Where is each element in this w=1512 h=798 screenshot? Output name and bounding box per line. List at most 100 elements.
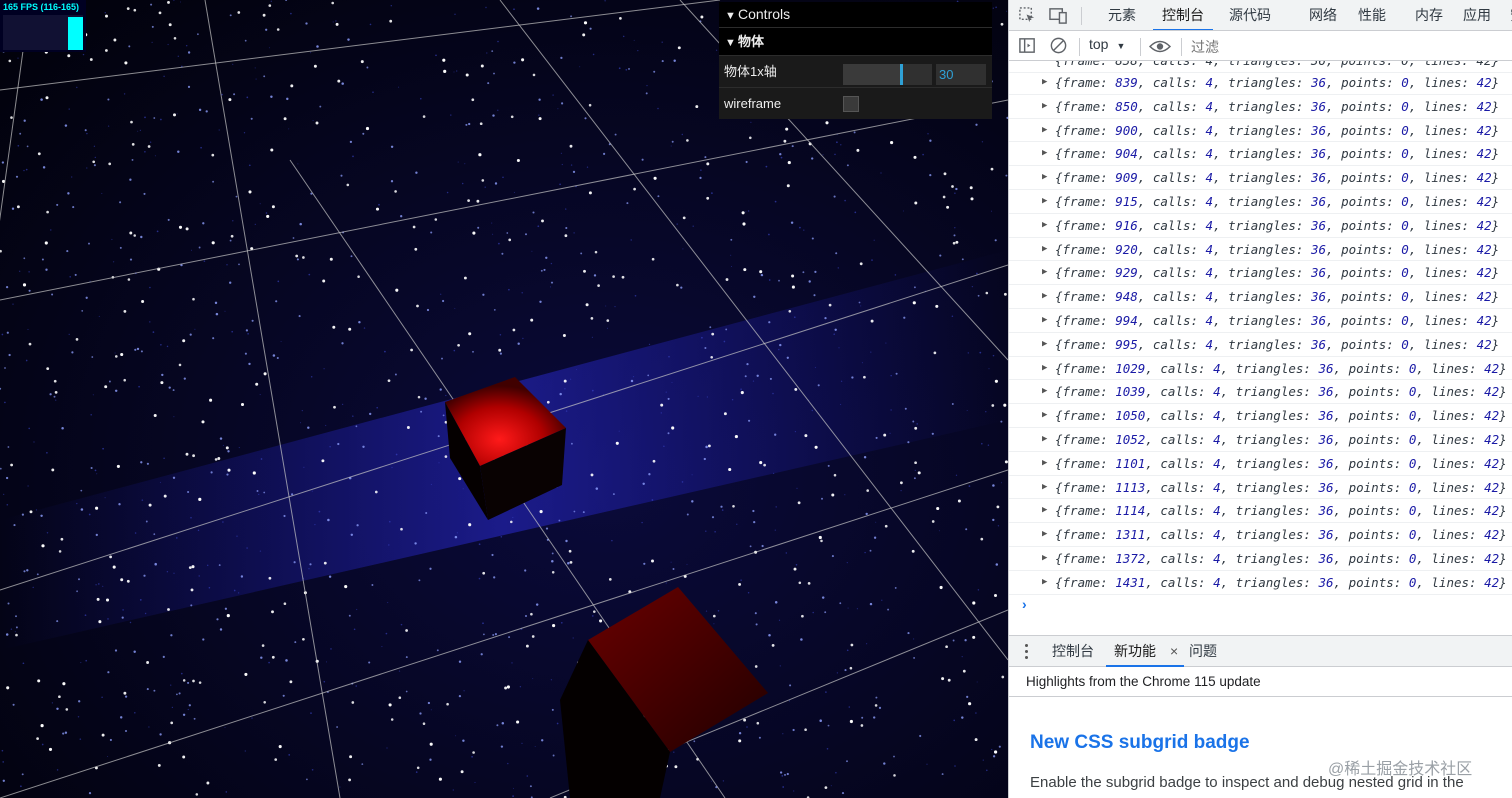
device-toggle-icon[interactable] bbox=[1049, 6, 1068, 25]
log-object-preview: {frame: 1311, calls: 4, triangles: 36, p… bbox=[1055, 527, 1507, 543]
expand-arrow-icon[interactable]: ▶ bbox=[1042, 71, 1047, 94]
inspect-element-icon[interactable] bbox=[1018, 6, 1037, 25]
more-options-icon[interactable] bbox=[1025, 644, 1029, 662]
expand-arrow-icon[interactable]: ▶ bbox=[1042, 142, 1047, 165]
console-log-row[interactable]: ▶ {frame: 929, calls: 4, triangles: 36, p… bbox=[1009, 261, 1512, 286]
expand-arrow-icon[interactable]: ▶ bbox=[1042, 452, 1047, 475]
slider-label: 物体1x轴 bbox=[724, 64, 777, 79]
gui-folder[interactable]: ▼ 物体 bbox=[719, 27, 992, 55]
slider-value-input[interactable]: 30 bbox=[936, 64, 986, 85]
gui-title[interactable]: ▼ Controls bbox=[719, 2, 992, 27]
sidebar-toggle-icon[interactable] bbox=[1018, 36, 1037, 55]
expand-arrow-icon[interactable]: ▶ bbox=[1042, 404, 1047, 427]
toolbar-divider bbox=[1081, 7, 1082, 25]
expand-arrow-icon[interactable]: ▶ bbox=[1042, 357, 1047, 380]
toolbar-divider bbox=[1140, 38, 1141, 56]
checkbox-label: wireframe bbox=[724, 96, 782, 111]
expand-arrow-icon[interactable]: ▶ bbox=[1042, 547, 1047, 570]
close-tab-icon[interactable]: × bbox=[1170, 636, 1178, 667]
expand-arrow-icon[interactable]: ▶ bbox=[1042, 238, 1047, 261]
log-object-preview: {frame: 839, calls: 4, triangles: 36, po… bbox=[1055, 75, 1500, 90]
drawer-tab[interactable]: 控制台 bbox=[1044, 636, 1102, 667]
toolbar-divider bbox=[1181, 38, 1182, 56]
console-log-row[interactable]: ▶ {frame: 1113, calls: 4, triangles: 36, … bbox=[1009, 476, 1512, 500]
expand-arrow-icon[interactable]: ▶ bbox=[1042, 571, 1047, 594]
console-log-row[interactable]: ▶ {frame: 1372, calls: 4, triangles: 36, … bbox=[1009, 547, 1512, 571]
log-object-preview: {frame: 904, calls: 4, triangles: 36, po… bbox=[1055, 146, 1500, 162]
devtools-tab[interactable]: 网络 bbox=[1300, 0, 1346, 30]
console-log-row[interactable]: ▶ {frame: 1311, calls: 4, triangles: 36, … bbox=[1009, 523, 1512, 547]
devtools-tab[interactable]: 性能 bbox=[1349, 0, 1395, 30]
expand-arrow-icon[interactable]: ▶ bbox=[1042, 309, 1047, 332]
console-log-row[interactable]: ▶ {frame: 994, calls: 4, triangles: 36, p… bbox=[1009, 309, 1512, 333]
devtools-tab[interactable]: 内存 bbox=[1406, 0, 1452, 30]
log-object-preview: {frame: 920, calls: 4, triangles: 36, po… bbox=[1055, 241, 1500, 257]
console-prompt[interactable]: › bbox=[1022, 596, 1027, 612]
dat-gui-panel[interactable]: ▼ Controls ▼ 物体 物体1x轴 30 wireframe bbox=[719, 2, 992, 119]
devtools-tab[interactable]: 应用 bbox=[1454, 0, 1500, 30]
expand-arrow-icon[interactable]: ▶ bbox=[1042, 499, 1047, 522]
expand-arrow-icon[interactable]: ▶ bbox=[1042, 119, 1047, 142]
expand-arrow-icon[interactable]: ▶ bbox=[1042, 428, 1047, 451]
context-selector[interactable]: top ▼ bbox=[1089, 36, 1125, 52]
log-object-preview: {frame: 900, calls: 4, triangles: 36, po… bbox=[1055, 122, 1500, 138]
console-log-row[interactable]: ▶ {frame: 904, calls: 4, triangles: 36, p… bbox=[1009, 142, 1512, 167]
log-object-preview: {frame: 916, calls: 4, triangles: 36, po… bbox=[1055, 217, 1500, 233]
console-log-row[interactable]: ▶ {frame: 1101, calls: 4, triangles: 36, … bbox=[1009, 452, 1512, 476]
console-log-row[interactable]: ▶ {frame: 839, calls: 4, triangles: 36, p… bbox=[1009, 71, 1512, 95]
fps-stats-panel[interactable]: 165 FPS (116-165) bbox=[0, 0, 86, 52]
devtools-tab[interactable]: 源代码 bbox=[1220, 0, 1280, 30]
devtools-tab[interactable]: 控制台 bbox=[1153, 0, 1213, 30]
clear-console-icon[interactable] bbox=[1049, 36, 1068, 55]
console-filter-input[interactable] bbox=[1191, 37, 1501, 56]
expand-arrow-icon[interactable]: ▶ bbox=[1042, 261, 1047, 284]
console-log-area[interactable]: {frame: 838, calls: 4, triangles: 36, po… bbox=[1009, 61, 1512, 635]
drawer-tab[interactable]: 问题 bbox=[1181, 636, 1225, 667]
fps-graph-bar bbox=[68, 17, 83, 50]
log-object-preview: {frame: 1052, calls: 4, triangles: 36, p… bbox=[1055, 432, 1507, 447]
feature-heading[interactable]: New CSS subgrid badge bbox=[1030, 732, 1250, 754]
log-object-preview: {frame: 909, calls: 4, triangles: 36, po… bbox=[1055, 170, 1500, 186]
expand-arrow-icon[interactable]: ▶ bbox=[1042, 380, 1047, 403]
log-object-preview: {frame: 1050, calls: 4, triangles: 36, p… bbox=[1055, 408, 1507, 424]
expand-arrow-icon[interactable]: ▶ bbox=[1042, 214, 1047, 237]
console-log-row[interactable]: ▶ {frame: 1431, calls: 4, triangles: 36, … bbox=[1009, 571, 1512, 595]
console-log-row[interactable]: ▶ {frame: 916, calls: 4, triangles: 36, p… bbox=[1009, 214, 1512, 238]
console-log-row[interactable]: ▶ {frame: 915, calls: 4, triangles: 36, p… bbox=[1009, 190, 1512, 214]
log-object-preview: {frame: 948, calls: 4, triangles: 36, po… bbox=[1055, 289, 1500, 305]
expand-arrow-icon[interactable]: ▶ bbox=[1042, 166, 1047, 189]
console-log-row[interactable]: ▶ {frame: 900, calls: 4, triangles: 36, p… bbox=[1009, 119, 1512, 143]
expand-arrow-icon[interactable]: ▶ bbox=[1042, 285, 1047, 308]
expand-arrow-icon[interactable]: ▶ bbox=[1042, 523, 1047, 546]
log-object-preview: {frame: 1101, calls: 4, triangles: 36, p… bbox=[1055, 455, 1507, 471]
log-object-preview: {frame: 995, calls: 4, triangles: 36, po… bbox=[1055, 336, 1500, 352]
console-log-row[interactable]: ▶ {frame: 1039, calls: 4, triangles: 36, … bbox=[1009, 380, 1512, 405]
chevron-down-icon: ▼ bbox=[725, 10, 736, 22]
console-log-row[interactable]: ▶ {frame: 1114, calls: 4, triangles: 36, … bbox=[1009, 499, 1512, 524]
console-log-row[interactable]: ▶ {frame: 909, calls: 4, triangles: 36, p… bbox=[1009, 166, 1512, 190]
console-log-row[interactable]: ▶ {frame: 1050, calls: 4, triangles: 36, … bbox=[1009, 404, 1512, 428]
devtools-tab[interactable]: 元素 bbox=[1099, 0, 1145, 30]
expand-arrow-icon[interactable]: ▶ bbox=[1042, 333, 1047, 356]
x-axis-slider[interactable] bbox=[843, 64, 932, 85]
devtools-tab[interactable]: 安 bbox=[1501, 0, 1512, 30]
log-object-preview: {frame: 1113, calls: 4, triangles: 36, p… bbox=[1055, 479, 1507, 495]
log-object-preview: {frame: 1039, calls: 4, triangles: 36, p… bbox=[1055, 384, 1507, 400]
gui-checkbox-row: wireframe bbox=[719, 87, 992, 119]
console-log-row[interactable]: ▶ {frame: 850, calls: 4, triangles: 36, p… bbox=[1009, 95, 1512, 119]
console-log-row[interactable]: ▶ {frame: 1052, calls: 4, triangles: 36, … bbox=[1009, 428, 1512, 452]
console-toolbar: top ▼ bbox=[1009, 31, 1512, 61]
expand-arrow-icon[interactable]: ▶ bbox=[1042, 476, 1047, 499]
devtools-tabbar: 元素控制台源代码网络性能内存应用安 bbox=[1009, 0, 1512, 31]
console-log-row[interactable]: ▶ {frame: 1029, calls: 4, triangles: 36, … bbox=[1009, 357, 1512, 381]
console-log-row[interactable]: ▶ {frame: 920, calls: 4, triangles: 36, p… bbox=[1009, 238, 1512, 262]
wireframe-checkbox[interactable] bbox=[843, 96, 859, 112]
expand-arrow-icon[interactable]: ▶ bbox=[1042, 190, 1047, 213]
live-expression-eye-icon[interactable] bbox=[1149, 37, 1171, 56]
scene-canvas[interactable] bbox=[0, 0, 1008, 798]
slider-handle[interactable] bbox=[899, 64, 903, 85]
threejs-viewport[interactable]: 165 FPS (116-165) ▼ Controls ▼ 物体 物体1x轴 30… bbox=[0, 0, 1008, 798]
console-log-row[interactable]: ▶ {frame: 995, calls: 4, triangles: 36, p… bbox=[1009, 333, 1512, 357]
expand-arrow-icon[interactable]: ▶ bbox=[1042, 95, 1047, 118]
console-log-row[interactable]: ▶ {frame: 948, calls: 4, triangles: 36, p… bbox=[1009, 285, 1512, 309]
